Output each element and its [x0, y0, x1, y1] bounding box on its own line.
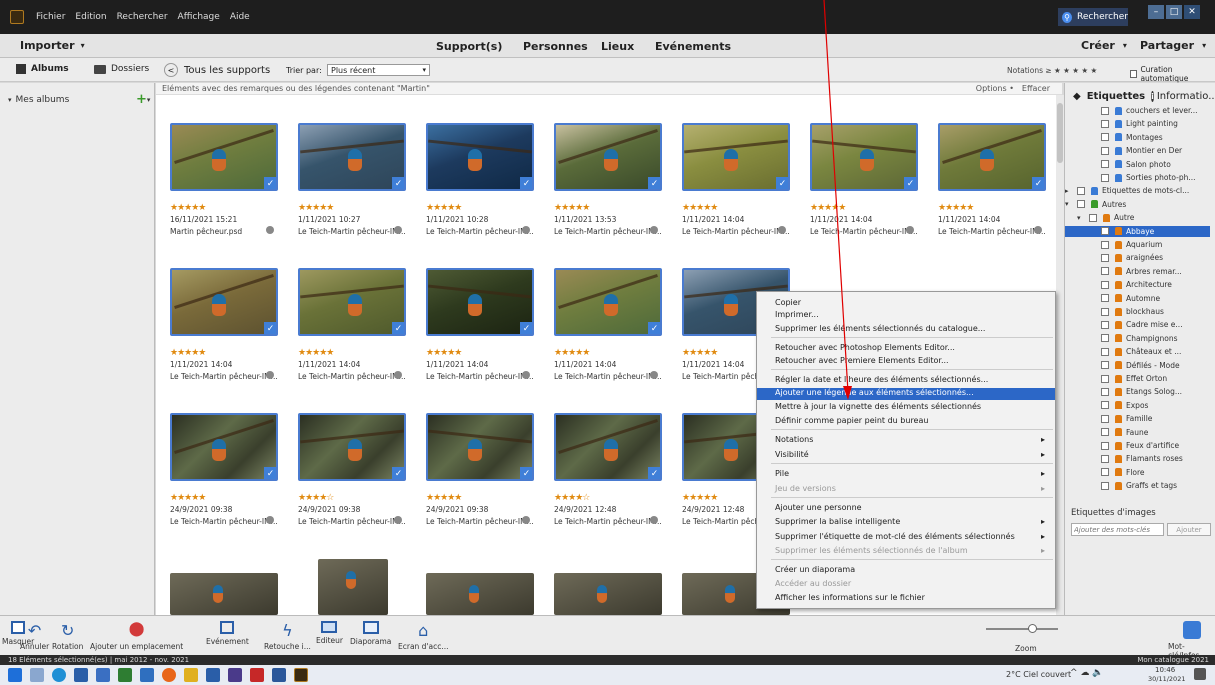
annotation-arrow [823, 0, 852, 400]
app-window: Fichier Edition Rechercher Affichage Aid… [0, 0, 1215, 685]
